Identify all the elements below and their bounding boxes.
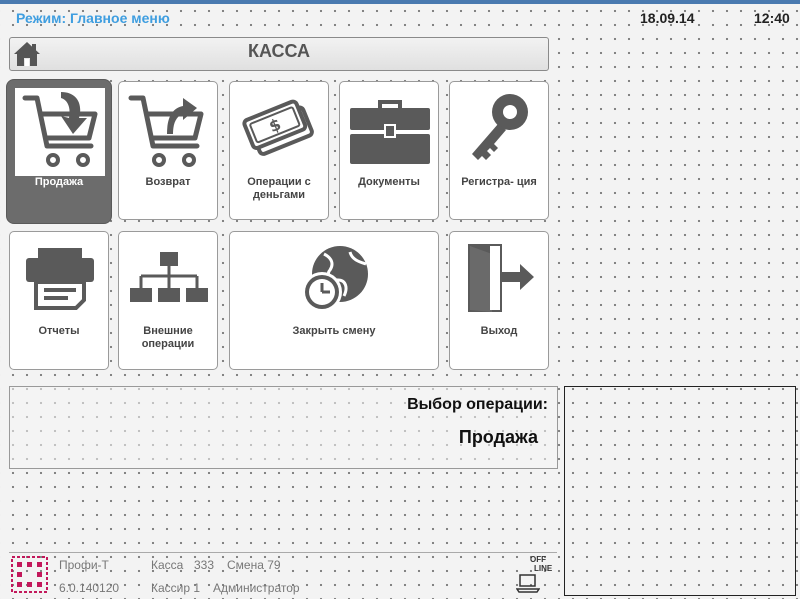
- selected-operation: Продажа: [458, 427, 538, 447]
- tile-label: Операции с деньгами: [247, 176, 311, 201]
- status-bar: Режим: Главное меню 18.09.14 12:40: [0, 4, 800, 30]
- tile-exit[interactable]: Выход: [449, 231, 549, 370]
- tile-registration[interactable]: Регистра- ция: [449, 81, 549, 220]
- tile-label: Закрыть смену: [292, 325, 376, 337]
- network-icon: [130, 252, 208, 302]
- page-title: КАССА: [247, 41, 311, 61]
- tile-label: Регистра- ция: [461, 176, 537, 188]
- tile-label: Отчеты: [38, 325, 80, 337]
- cashier-role: Администратор: [213, 581, 300, 595]
- kassa-label: Касса: [151, 558, 184, 572]
- money-icon: $: [242, 99, 314, 156]
- tile-label: Документы: [358, 176, 420, 188]
- printer-icon: [26, 248, 94, 310]
- offline-indicator[interactable]: OFF LINE: [514, 555, 558, 595]
- operation-label: Выбор операции:: [407, 396, 548, 413]
- title-bar: КАССА: [9, 37, 549, 71]
- tile-money-operations[interactable]: $ Операции с деньгами: [229, 81, 329, 220]
- tile-label: Возврат: [145, 176, 191, 188]
- briefcase-icon: [350, 100, 430, 164]
- date-display: 18.09.14: [640, 10, 695, 26]
- operation-info-panel: Выбор операции: Продажа: [9, 386, 558, 469]
- tile-label: Продажа: [34, 176, 84, 188]
- tile-close-shift[interactable]: Закрыть смену: [229, 231, 439, 370]
- cart-in-icon: [22, 92, 98, 167]
- tile-documents[interactable]: Документы: [339, 81, 439, 220]
- offline-status: OFF LINE: [530, 555, 552, 573]
- tile-label: Выход: [480, 325, 518, 337]
- mode-indicator: Режим: Главное меню: [16, 10, 170, 26]
- tile-return[interactable]: Возврат: [118, 81, 218, 220]
- tile-label: Внешние операции: [141, 325, 195, 350]
- cashier-name: Кассир 1: [151, 581, 201, 595]
- globe-clock-icon: [302, 246, 368, 312]
- kassa-number: 333: [194, 558, 215, 572]
- key-icon: [472, 94, 528, 160]
- time-display: 12:40: [754, 10, 790, 26]
- app-name: Профи-Т: [59, 558, 109, 572]
- side-panel: [564, 386, 796, 596]
- offline-line-1: OFF: [530, 555, 546, 564]
- offline-line-2: LINE: [534, 564, 553, 573]
- exit-icon: [468, 244, 534, 312]
- app-version: 6.0.140120: [59, 581, 120, 595]
- tile-sale[interactable]: Продажа: [6, 79, 112, 224]
- profi-t-logo-icon: [11, 556, 48, 593]
- shift-number: Смена 79: [227, 558, 281, 572]
- tile-external-operations[interactable]: Внешние операции: [118, 231, 218, 370]
- laptop-icon: [516, 574, 540, 593]
- tile-reports[interactable]: Отчеты: [9, 231, 109, 370]
- footer-divider: [9, 552, 557, 553]
- cart-return-icon: [128, 95, 204, 167]
